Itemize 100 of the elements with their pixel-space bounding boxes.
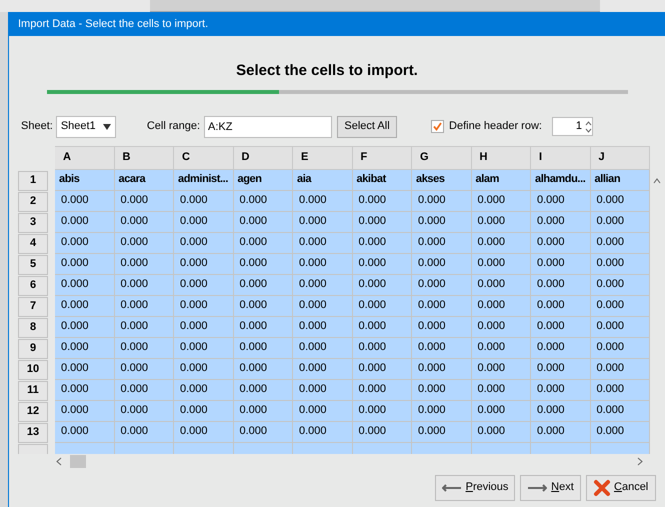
row-header[interactable]: 5: [18, 254, 48, 274]
column-header[interactable]: E: [293, 146, 352, 170]
table-cell: 0.000: [293, 296, 352, 316]
table-cell: 0.000: [234, 380, 293, 400]
table-cell: 0.000: [412, 316, 472, 338]
table-cell: 0.000: [472, 358, 531, 380]
table-cell: 0.000: [531, 254, 590, 274]
scroll-up-icon: [653, 178, 661, 184]
row-header[interactable]: 9: [18, 338, 48, 358]
table-cell: 0.000: [472, 380, 531, 400]
table-cell: 0.000: [234, 274, 293, 296]
table-cell: 0.000: [352, 274, 412, 296]
table-cell: 0.000: [293, 316, 352, 338]
table-cell: 0.000: [293, 212, 352, 232]
table-cell: 0.000: [55, 212, 114, 232]
table-cell: 0.000: [531, 232, 590, 254]
row-header[interactable]: 10: [18, 360, 48, 380]
scroll-left-icon: [56, 457, 62, 466]
table-cell: 0.000: [531, 212, 590, 232]
table-cell: 0.000: [590, 296, 650, 316]
table-cell: 0.000: [531, 422, 590, 442]
previous-button[interactable]: Previous: [435, 474, 515, 500]
table-cell: 0.000: [293, 232, 352, 254]
table-cell: 0.000: [55, 232, 114, 254]
row-header[interactable]: 6: [18, 276, 48, 296]
table-cell: 0.000: [174, 400, 234, 422]
column-header[interactable]: I: [531, 146, 590, 170]
table-cell: 0.000: [352, 254, 412, 274]
table-cell: 0.000: [114, 338, 174, 358]
table-cell: 0.000: [472, 296, 531, 316]
dropdown-arrow-icon: [102, 124, 111, 130]
table-cell: 0.000: [293, 400, 352, 422]
table-cell: 0.000: [55, 296, 114, 316]
column-header[interactable]: G: [412, 146, 472, 170]
table-cell: 0.000: [174, 358, 234, 380]
table-cell: 0.000: [234, 400, 293, 422]
row-header[interactable]: 7: [18, 296, 48, 316]
table-cell: administ...: [174, 170, 234, 190]
column-header[interactable]: D: [234, 146, 293, 170]
table-cell: 0.000: [531, 274, 590, 296]
column-header[interactable]: F: [352, 146, 412, 170]
table-cell: 0.000: [293, 338, 352, 358]
cancel-button[interactable]: Cancel: [586, 474, 656, 500]
table-cell: 0.000: [174, 254, 234, 274]
table-cell: 0.000: [412, 296, 472, 316]
row-header[interactable]: 12: [18, 402, 48, 422]
column-header[interactable]: B: [114, 146, 174, 170]
header-row-spinner[interactable]: 1: [552, 117, 593, 136]
sheet-dropdown[interactable]: Sheet1: [56, 116, 116, 138]
table-cell: 0.000: [352, 190, 412, 212]
table-cell: aia: [293, 170, 352, 190]
table-cell: 0.000: [531, 338, 590, 358]
table-cell: 0.000: [234, 190, 293, 212]
table-cell: 0.000: [472, 274, 531, 296]
table-cell: 0.000: [472, 422, 531, 442]
table-cell: 0.000: [114, 358, 174, 380]
next-button[interactable]: Next: [520, 474, 581, 500]
table-cell: 0.000: [293, 274, 352, 296]
row-header[interactable]: 8: [18, 318, 48, 338]
table-cell: 0.000: [174, 380, 234, 400]
table-cell: 0.000: [114, 232, 174, 254]
table-cell: 0.000: [174, 338, 234, 358]
table-cell: 0.000: [234, 338, 293, 358]
scroll-thumb[interactable]: [70, 455, 86, 468]
row-header[interactable]: 3: [18, 212, 48, 232]
table-cell: 0.000: [174, 212, 234, 232]
row-header[interactable]: 4: [18, 234, 48, 254]
row-header[interactable]: 2: [18, 192, 48, 212]
table-cell: 0.000: [531, 358, 590, 380]
row-header[interactable]: 11: [18, 380, 48, 400]
dialog-heading: Select the cells to import.: [236, 61, 418, 81]
column-header[interactable]: A: [55, 146, 114, 170]
table-cell: 0.000: [114, 296, 174, 316]
table-cell: 0.000: [412, 400, 472, 422]
table-cell: 0.000: [412, 380, 472, 400]
table-cell: 0.000: [114, 400, 174, 422]
column-header[interactable]: H: [472, 146, 531, 170]
table-cell: 0.000: [472, 400, 531, 422]
table-cell: 0.000: [114, 316, 174, 338]
table-cell: 0.000: [352, 232, 412, 254]
table-cell: 0.000: [234, 212, 293, 232]
spinner-arrows-icon: [584, 120, 592, 132]
table-cell: 0.000: [531, 400, 590, 422]
table-cell: 0.000: [234, 316, 293, 338]
column-header[interactable]: J: [590, 146, 650, 170]
row-header[interactable]: 13: [18, 422, 48, 442]
table-cell: 0.000: [412, 274, 472, 296]
table-cell: 0.000: [293, 190, 352, 212]
column-header[interactable]: C: [174, 146, 234, 170]
cell-range-field[interactable]: A:KZ: [204, 116, 332, 138]
table-cell: 0.000: [352, 316, 412, 338]
table-cell: 0.000: [293, 358, 352, 380]
table-cell: 0.000: [234, 422, 293, 442]
select-all-button[interactable]: Select All: [337, 116, 398, 138]
checkbox[interactable]: [431, 120, 444, 133]
row-header[interactable]: 1: [18, 170, 48, 190]
table-cell: 0.000: [55, 380, 114, 400]
table-cell: 0.000: [412, 358, 472, 380]
table-cell: 0.000: [174, 232, 234, 254]
right-arrow-icon: [527, 484, 548, 492]
